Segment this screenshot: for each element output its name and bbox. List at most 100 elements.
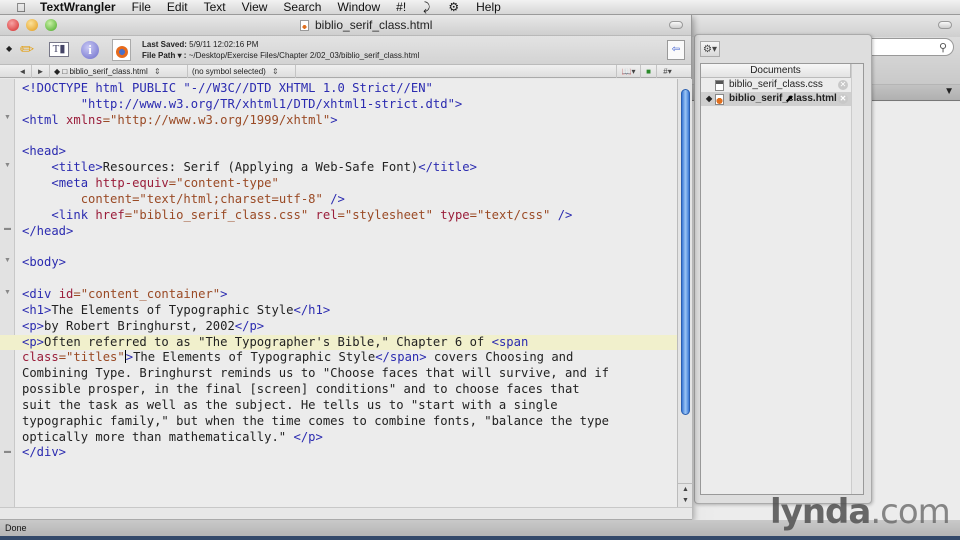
code-line[interactable]: <!DOCTYPE html PUBLIC "-//W3C//DTD XHTML… — [22, 81, 682, 97]
code-attribute: type — [440, 207, 470, 222]
fold-arrow-icon[interactable]: ▼ — [4, 289, 11, 296]
code-tag: </p> — [293, 429, 323, 444]
documents-drawer: ⚙▾ Documents biblio_serif_class.css ✕ ◆ … — [694, 34, 872, 504]
menu-window[interactable]: Window — [329, 0, 388, 14]
toolbar-toggle-button[interactable] — [669, 21, 683, 29]
menu-search[interactable]: Search — [275, 0, 329, 14]
code-tag: </head> — [22, 223, 74, 238]
menu-view[interactable]: View — [234, 0, 276, 14]
back-button[interactable]: ◄ — [14, 65, 32, 78]
scroll-up-icon[interactable]: ▲ — [678, 484, 693, 495]
watermark-brand: lynda — [770, 492, 871, 532]
menu-file[interactable]: File — [124, 0, 159, 14]
split-view-icon[interactable]: ⇦ — [667, 40, 685, 60]
code-line[interactable]: <h1>The Elements of Typographic Style</h… — [22, 303, 682, 319]
book-menu-icon[interactable]: 📖▾ — [616, 65, 640, 78]
code-tag: > — [125, 350, 134, 365]
code-value: ="content_container" — [73, 286, 221, 301]
window-title: biblio_serif_class.html — [300, 18, 432, 32]
minimize-window-button[interactable] — [26, 19, 38, 31]
scroll-down-icon[interactable]: ▼ — [678, 495, 693, 506]
menu-app[interactable]: TextWrangler — [40, 0, 124, 14]
code-text[interactable]: <!DOCTYPE html PUBLIC "-//W3C//DTD XHTML… — [0, 81, 682, 461]
document-name: biblio_serif_class.html — [729, 93, 837, 104]
code-value: ="text/css" — [469, 207, 551, 222]
file-path-label[interactable]: File Path ▾ : — [142, 51, 186, 60]
document-item-selected[interactable]: ◆ biblio_serif_class.html ✕ — [701, 92, 851, 106]
preview-in-browser-icon[interactable] — [112, 39, 131, 61]
code-attribute: xmlns — [66, 112, 103, 127]
zoom-window-button[interactable] — [45, 19, 57, 31]
close-document-icon[interactable]: ✕ — [838, 80, 848, 90]
scrollbar-thumb[interactable] — [681, 89, 690, 415]
text-options-icon[interactable]: T▮ — [49, 42, 69, 57]
code-line[interactable] — [22, 239, 682, 255]
code-line[interactable]: <meta http-equiv="content-type" — [22, 176, 682, 192]
code-line[interactable]: <html xmlns="http://www.w3.org/1999/xhtm… — [22, 113, 682, 129]
menu-edit[interactable]: Edit — [159, 0, 196, 14]
code-line[interactable]: possible prosper, in the final [screen] … — [22, 382, 682, 398]
toolbar-toggle-button[interactable] — [938, 21, 952, 29]
code-line[interactable]: typographic family," but when the time c… — [22, 414, 682, 430]
code-tag: </h1> — [293, 302, 331, 317]
drawer-gear-button[interactable]: ⚙▾ — [700, 41, 720, 57]
code-line[interactable] — [22, 129, 682, 145]
code-line[interactable]: Combining Type. Bringhurst reminds us to… — [22, 366, 682, 382]
code-line[interactable]: </head> — [22, 224, 682, 240]
document-item[interactable]: biblio_serif_class.css ✕ — [701, 78, 851, 92]
code-line[interactable]: content="text/html;charset=utf-8" /> — [22, 192, 682, 208]
code-line[interactable]: <head> — [22, 144, 682, 160]
window-titlebar: biblio_serif_class.html — [0, 15, 691, 36]
forward-button[interactable]: ► — [32, 65, 50, 78]
file-popup[interactable]: ◆ □ biblio_serif_class.html ⇕ — [50, 65, 188, 78]
code-attribute: http-equiv — [95, 176, 169, 191]
code-line[interactable]: optically more than mathematically." </p… — [22, 430, 682, 446]
code-attribute: href — [95, 207, 125, 222]
pencil-icon[interactable]: ✏ — [20, 40, 42, 62]
vertical-scrollbar[interactable]: ▲ ▼ — [677, 79, 693, 507]
fold-arrow-icon[interactable]: ▼ — [4, 114, 11, 121]
code-attribute: id — [58, 286, 74, 301]
code-line[interactable]: class="titles">The Elements of Typograph… — [22, 350, 682, 366]
code-line[interactable]: "http://www.w3.org/TR/xhtml1/DTD/xhtml1-… — [22, 97, 682, 113]
gear-icon[interactable]: ⚙ — [439, 0, 468, 14]
close-window-button[interactable] — [7, 19, 19, 31]
code-line[interactable]: <link href="biblio_serif_class.css" rel=… — [22, 208, 682, 224]
code-editor[interactable]: ▼ ▼ ▬ ▼ ▼ ▬ <!DOCTYPE html PUBLIC "-//W3… — [0, 79, 692, 509]
fold-end-icon: ▬ — [4, 448, 11, 455]
code-line[interactable]: <div id="content_container"> — [22, 287, 682, 303]
info-icon[interactable]: i — [81, 41, 99, 59]
code-tag: /> — [330, 191, 345, 206]
code-line[interactable]: </div> — [22, 445, 682, 461]
script-icon[interactable]: ⤸ — [414, 0, 439, 15]
code-line[interactable]: <title>Resources: Serif (Applying a Web-… — [22, 160, 682, 176]
code-line[interactable]: <p>by Robert Bringhurst, 2002</p> — [22, 319, 682, 335]
last-saved-value: 5/9/11 12:02:16 PM — [189, 40, 259, 49]
close-document-icon[interactable]: ✕ — [838, 94, 848, 104]
documents-scrollbar[interactable] — [851, 64, 863, 494]
menu-text[interactable]: Text — [196, 0, 234, 14]
code-text: suit the task as well as the subject. He… — [22, 397, 558, 412]
scroll-arrows[interactable]: ▲ ▼ — [678, 483, 693, 507]
code-value: ="content-type" — [168, 176, 279, 191]
fold-arrow-icon[interactable]: ▼ — [4, 162, 11, 169]
code-attribute: rel — [315, 207, 338, 222]
code-line[interactable]: <body> — [22, 255, 682, 271]
green-doc-icon[interactable]: ■ — [640, 65, 656, 78]
code-line[interactable] — [22, 271, 682, 287]
code-line[interactable]: <p>Often referred to as "The Typographer… — [0, 334, 682, 351]
menu-shebang[interactable]: #! — [388, 0, 414, 14]
code-text: Combining Type. Bringhurst reminds us to… — [22, 366, 609, 381]
function-menu-icon[interactable]: #▾ — [656, 65, 678, 78]
action-menu-icon[interactable]: ▼ — [944, 86, 954, 97]
code-text: by Robert Bringhurst, 2002 — [44, 318, 235, 333]
lynda-watermark: lynda.com — [770, 492, 951, 532]
symbol-popup[interactable]: (no symbol selected) ⇕ — [188, 65, 296, 78]
code-text: The Elements of Typographic Style — [133, 350, 376, 365]
apple-icon[interactable]:  — [14, 0, 28, 15]
code-line[interactable]: suit the task as well as the subject. He… — [22, 398, 682, 414]
fold-arrow-icon[interactable]: ▼ — [4, 257, 11, 264]
menu-help[interactable]: Help — [468, 0, 509, 14]
